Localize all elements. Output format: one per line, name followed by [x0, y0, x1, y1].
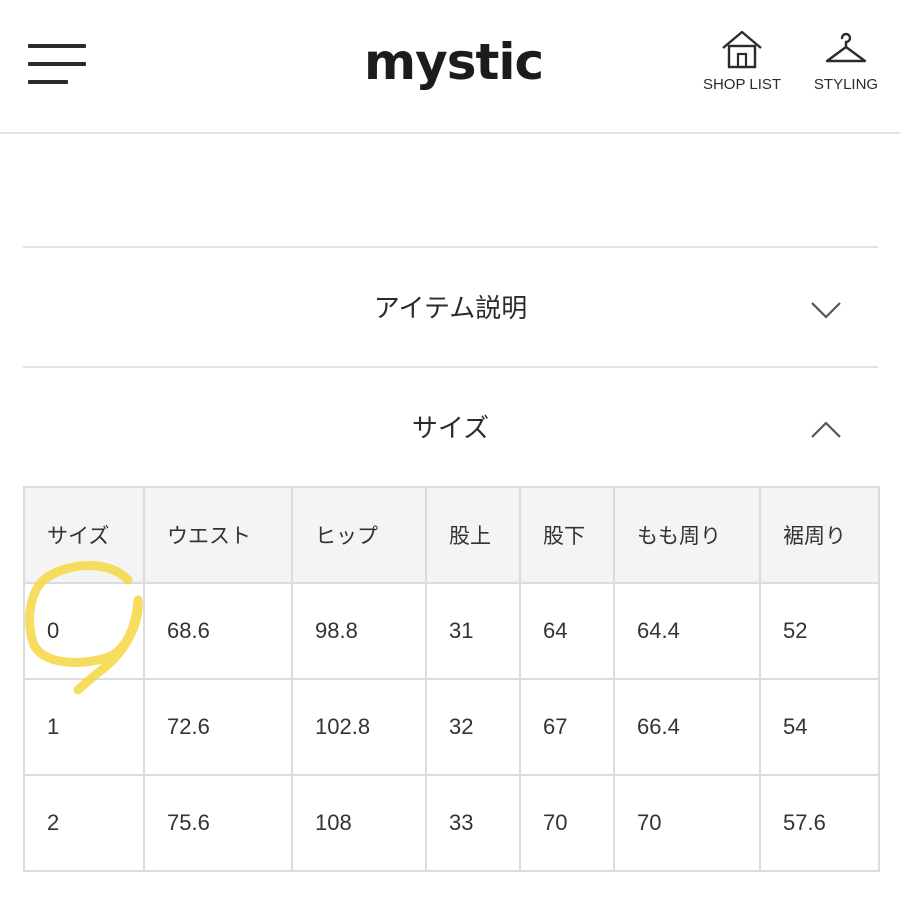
table-cell: 68.6	[143, 582, 293, 680]
page: mystic SHOP LIST STYLING アイテム説明 サイズ サイズ …	[0, 0, 900, 900]
table-cell: 102.8	[291, 678, 427, 776]
table-cell: 64.4	[613, 582, 761, 680]
table-row: 1 72.6 102.8 32 67 66.4 54	[23, 678, 880, 776]
table-cell: 33	[425, 774, 521, 872]
table-cell: 108	[291, 774, 427, 872]
table-cell: 64	[519, 582, 615, 680]
header-thigh: もも周り	[613, 486, 761, 584]
table-cell: 0	[23, 582, 145, 680]
header-hip: ヒップ	[291, 486, 427, 584]
site-logo[interactable]: mystic	[364, 30, 544, 94]
shop-list-button[interactable]: SHOP LIST	[694, 28, 790, 100]
item-description-title: アイテム説明	[373, 294, 528, 324]
size-table: サイズ ウエスト ヒップ 股上 股下 もも周り 裾周り 0 68.6 98.8 …	[23, 486, 880, 872]
menu-bar-bottom	[28, 80, 68, 84]
styling-label: STYLING	[813, 76, 879, 93]
table-cell: 2	[23, 774, 145, 872]
header-waist: ウエスト	[143, 486, 293, 584]
table-cell: 1	[23, 678, 145, 776]
table-cell: 72.6	[143, 678, 293, 776]
table-cell: 70	[613, 774, 761, 872]
table-cell: 75.6	[143, 774, 293, 872]
table-cell: 57.6	[759, 774, 880, 872]
table-cell: 32	[425, 678, 521, 776]
menu-bar-top	[28, 44, 86, 48]
header-size: サイズ	[23, 486, 145, 584]
site-header: mystic SHOP LIST STYLING	[0, 0, 900, 134]
accordion-size[interactable]: サイズ	[23, 368, 878, 486]
table-cell: 54	[759, 678, 880, 776]
table-cell: 52	[759, 582, 880, 680]
header-hem: 裾周り	[759, 486, 880, 584]
table-cell: 31	[425, 582, 521, 680]
table-cell: 98.8	[291, 582, 427, 680]
styling-button[interactable]: STYLING	[798, 28, 894, 100]
table-cell: 70	[519, 774, 615, 872]
table-row: 2 75.6 108 33 70 70 57.6	[23, 774, 880, 872]
accordion-item-description[interactable]: アイテム説明	[23, 246, 878, 368]
table-row: 0 68.6 98.8 31 64 64.4 52	[23, 582, 880, 680]
table-cell: 67	[519, 678, 615, 776]
chevron-down-icon	[811, 302, 841, 319]
size-title: サイズ	[411, 414, 490, 444]
header-rise: 股上	[425, 486, 521, 584]
header-inseam: 股下	[519, 486, 615, 584]
hanger-icon	[825, 32, 867, 63]
menu-bar-middle	[28, 62, 86, 66]
chevron-up-icon	[811, 421, 841, 438]
hamburger-menu-icon[interactable]	[28, 44, 88, 84]
size-table-header-row: サイズ ウエスト ヒップ 股上 股下 もも周り 裾周り	[23, 486, 880, 584]
table-cell: 66.4	[613, 678, 761, 776]
shop-list-label: SHOP LIST	[702, 76, 782, 93]
house-icon	[722, 30, 762, 69]
